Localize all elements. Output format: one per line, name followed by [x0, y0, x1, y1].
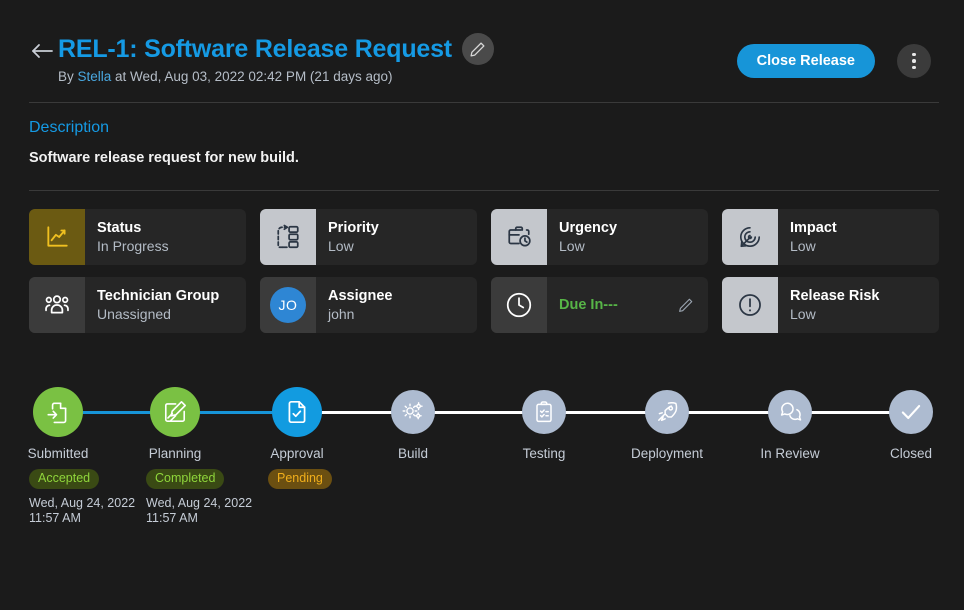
target-arrow-icon [722, 209, 778, 265]
priority-flow-icon [260, 209, 316, 265]
exclamation-circle-icon [722, 277, 778, 333]
back-arrow-icon[interactable] [29, 38, 55, 64]
property-card-row-2: Technician Group Unassigned JO Assignee … [29, 277, 939, 333]
avatar: JO [270, 287, 306, 323]
property-label: Status [97, 219, 142, 236]
timeline-track [0, 386, 964, 438]
timeline-connector [564, 411, 647, 414]
release-detail-page: REL-1: Software Release Request By Stell… [0, 0, 964, 610]
timeline-step-label: In Review [760, 446, 820, 461]
kebab-menu-icon[interactable] [897, 44, 931, 78]
header-divider [29, 102, 939, 103]
page-title: REL-1: Software Release Request [58, 34, 452, 63]
property-card-row-1: Status In Progress Priority Low Urgency … [29, 209, 939, 265]
property-value: Low [559, 237, 585, 254]
timeline-step-label: Closed [889, 446, 933, 461]
clock-icon [491, 277, 547, 333]
property-value: In Progress [97, 237, 169, 254]
briefcase-clock-icon [491, 209, 547, 265]
property-card-urgency[interactable]: Urgency Low [491, 209, 708, 265]
edit-due-in-icon[interactable] [677, 297, 694, 314]
pencil-icon [469, 41, 486, 58]
timeline-step-build[interactable] [391, 390, 435, 434]
timeline-step-badge: Pending [268, 469, 332, 489]
property-card-priority[interactable]: Priority Low [260, 209, 477, 265]
due-in-text: Due In--- [559, 297, 618, 313]
timeline-step-label: Testing [522, 446, 566, 461]
description-divider [29, 190, 939, 191]
property-card-status[interactable]: Status In Progress [29, 209, 246, 265]
timeline-step-in-review[interactable] [768, 390, 812, 434]
timeline-connector [433, 411, 524, 414]
timeline-step-date: Wed, Aug 24, 2022 11:57 AM [29, 496, 135, 526]
property-card-release-risk[interactable]: Release Risk Low [722, 277, 939, 333]
timeline-step-date-time: 11:57 AM [29, 511, 81, 525]
timeline-step-date-time: 11:57 AM [146, 511, 198, 525]
property-cards: Status In Progress Priority Low Urgency … [29, 209, 939, 345]
user-group-icon [29, 277, 85, 333]
property-label: Release Risk [790, 287, 880, 304]
timeline-connector [198, 411, 274, 414]
timeline-connector [320, 411, 393, 414]
rocket-icon [655, 400, 679, 424]
byline: By Stella at Wed, Aug 03, 2022 02:42 PM … [58, 69, 392, 84]
author-link[interactable]: Stella [78, 69, 112, 84]
timeline-step-planning[interactable] [150, 387, 200, 437]
timeline-step-approval[interactable] [272, 387, 322, 437]
clipboard-check-icon [532, 400, 556, 424]
property-value: Low [328, 237, 354, 254]
title-row: REL-1: Software Release Request [58, 33, 494, 65]
property-value: john [328, 305, 355, 322]
description-text: Software release request for new build. [29, 150, 299, 166]
property-card-due-in[interactable]: Due In--- [491, 277, 708, 333]
description-label: Description [29, 119, 110, 136]
chat-bubbles-icon [778, 400, 802, 424]
timeline-step-date-day: Wed, Aug 24, 2022 [29, 496, 136, 510]
close-release-button[interactable]: Close Release [736, 44, 875, 78]
property-card-assignee[interactable]: JO Assignee john [260, 277, 477, 333]
timeline-step-badge: Accepted [29, 469, 100, 489]
line-chart-icon [29, 209, 85, 265]
timeline-connector [81, 411, 152, 414]
page-header: REL-1: Software Release Request By Stell… [0, 0, 964, 100]
release-timeline: Submitted Accepted Wed, Aug 24, 2022 11:57 … [0, 386, 964, 536]
timeline-connector [810, 411, 891, 414]
property-card-impact[interactable]: Impact Low [722, 209, 939, 265]
gears-icon [401, 400, 425, 424]
plan-edit-icon [162, 399, 188, 425]
document-import-icon [45, 399, 71, 425]
avatar-container: JO [260, 277, 316, 333]
property-value: Low [790, 305, 816, 322]
timeline-step-testing[interactable] [522, 390, 566, 434]
timeline-connector [687, 411, 770, 414]
timeline-step-label: Planning [148, 446, 202, 461]
timeline-step-label: Build [397, 446, 429, 461]
timeline-step-submitted[interactable] [33, 387, 83, 437]
timeline-step-deployment[interactable] [645, 390, 689, 434]
timeline-step-badge: Completed [146, 469, 225, 489]
property-label: Urgency [559, 219, 618, 236]
byline-suffix: at Wed, Aug 03, 2022 02:42 PM (21 days a… [111, 69, 393, 84]
property-value: Low [790, 237, 816, 254]
property-label: Technician Group [97, 287, 220, 304]
property-card-technician-group[interactable]: Technician Group Unassigned [29, 277, 246, 333]
timeline-step-closed[interactable] [889, 390, 933, 434]
property-label: Assignee [328, 287, 393, 304]
document-check-icon [284, 399, 310, 425]
property-label: Impact [790, 219, 837, 236]
property-label: Priority [328, 219, 379, 236]
property-value: Unassigned [97, 305, 171, 322]
timeline-step-date-day: Wed, Aug 24, 2022 [146, 496, 253, 510]
check-icon [898, 399, 924, 425]
timeline-step-label: Deployment [630, 446, 704, 461]
edit-title-button[interactable] [461, 33, 494, 65]
timeline-step-date: Wed, Aug 24, 2022 11:57 AM [146, 496, 252, 526]
byline-prefix: By [58, 69, 78, 84]
